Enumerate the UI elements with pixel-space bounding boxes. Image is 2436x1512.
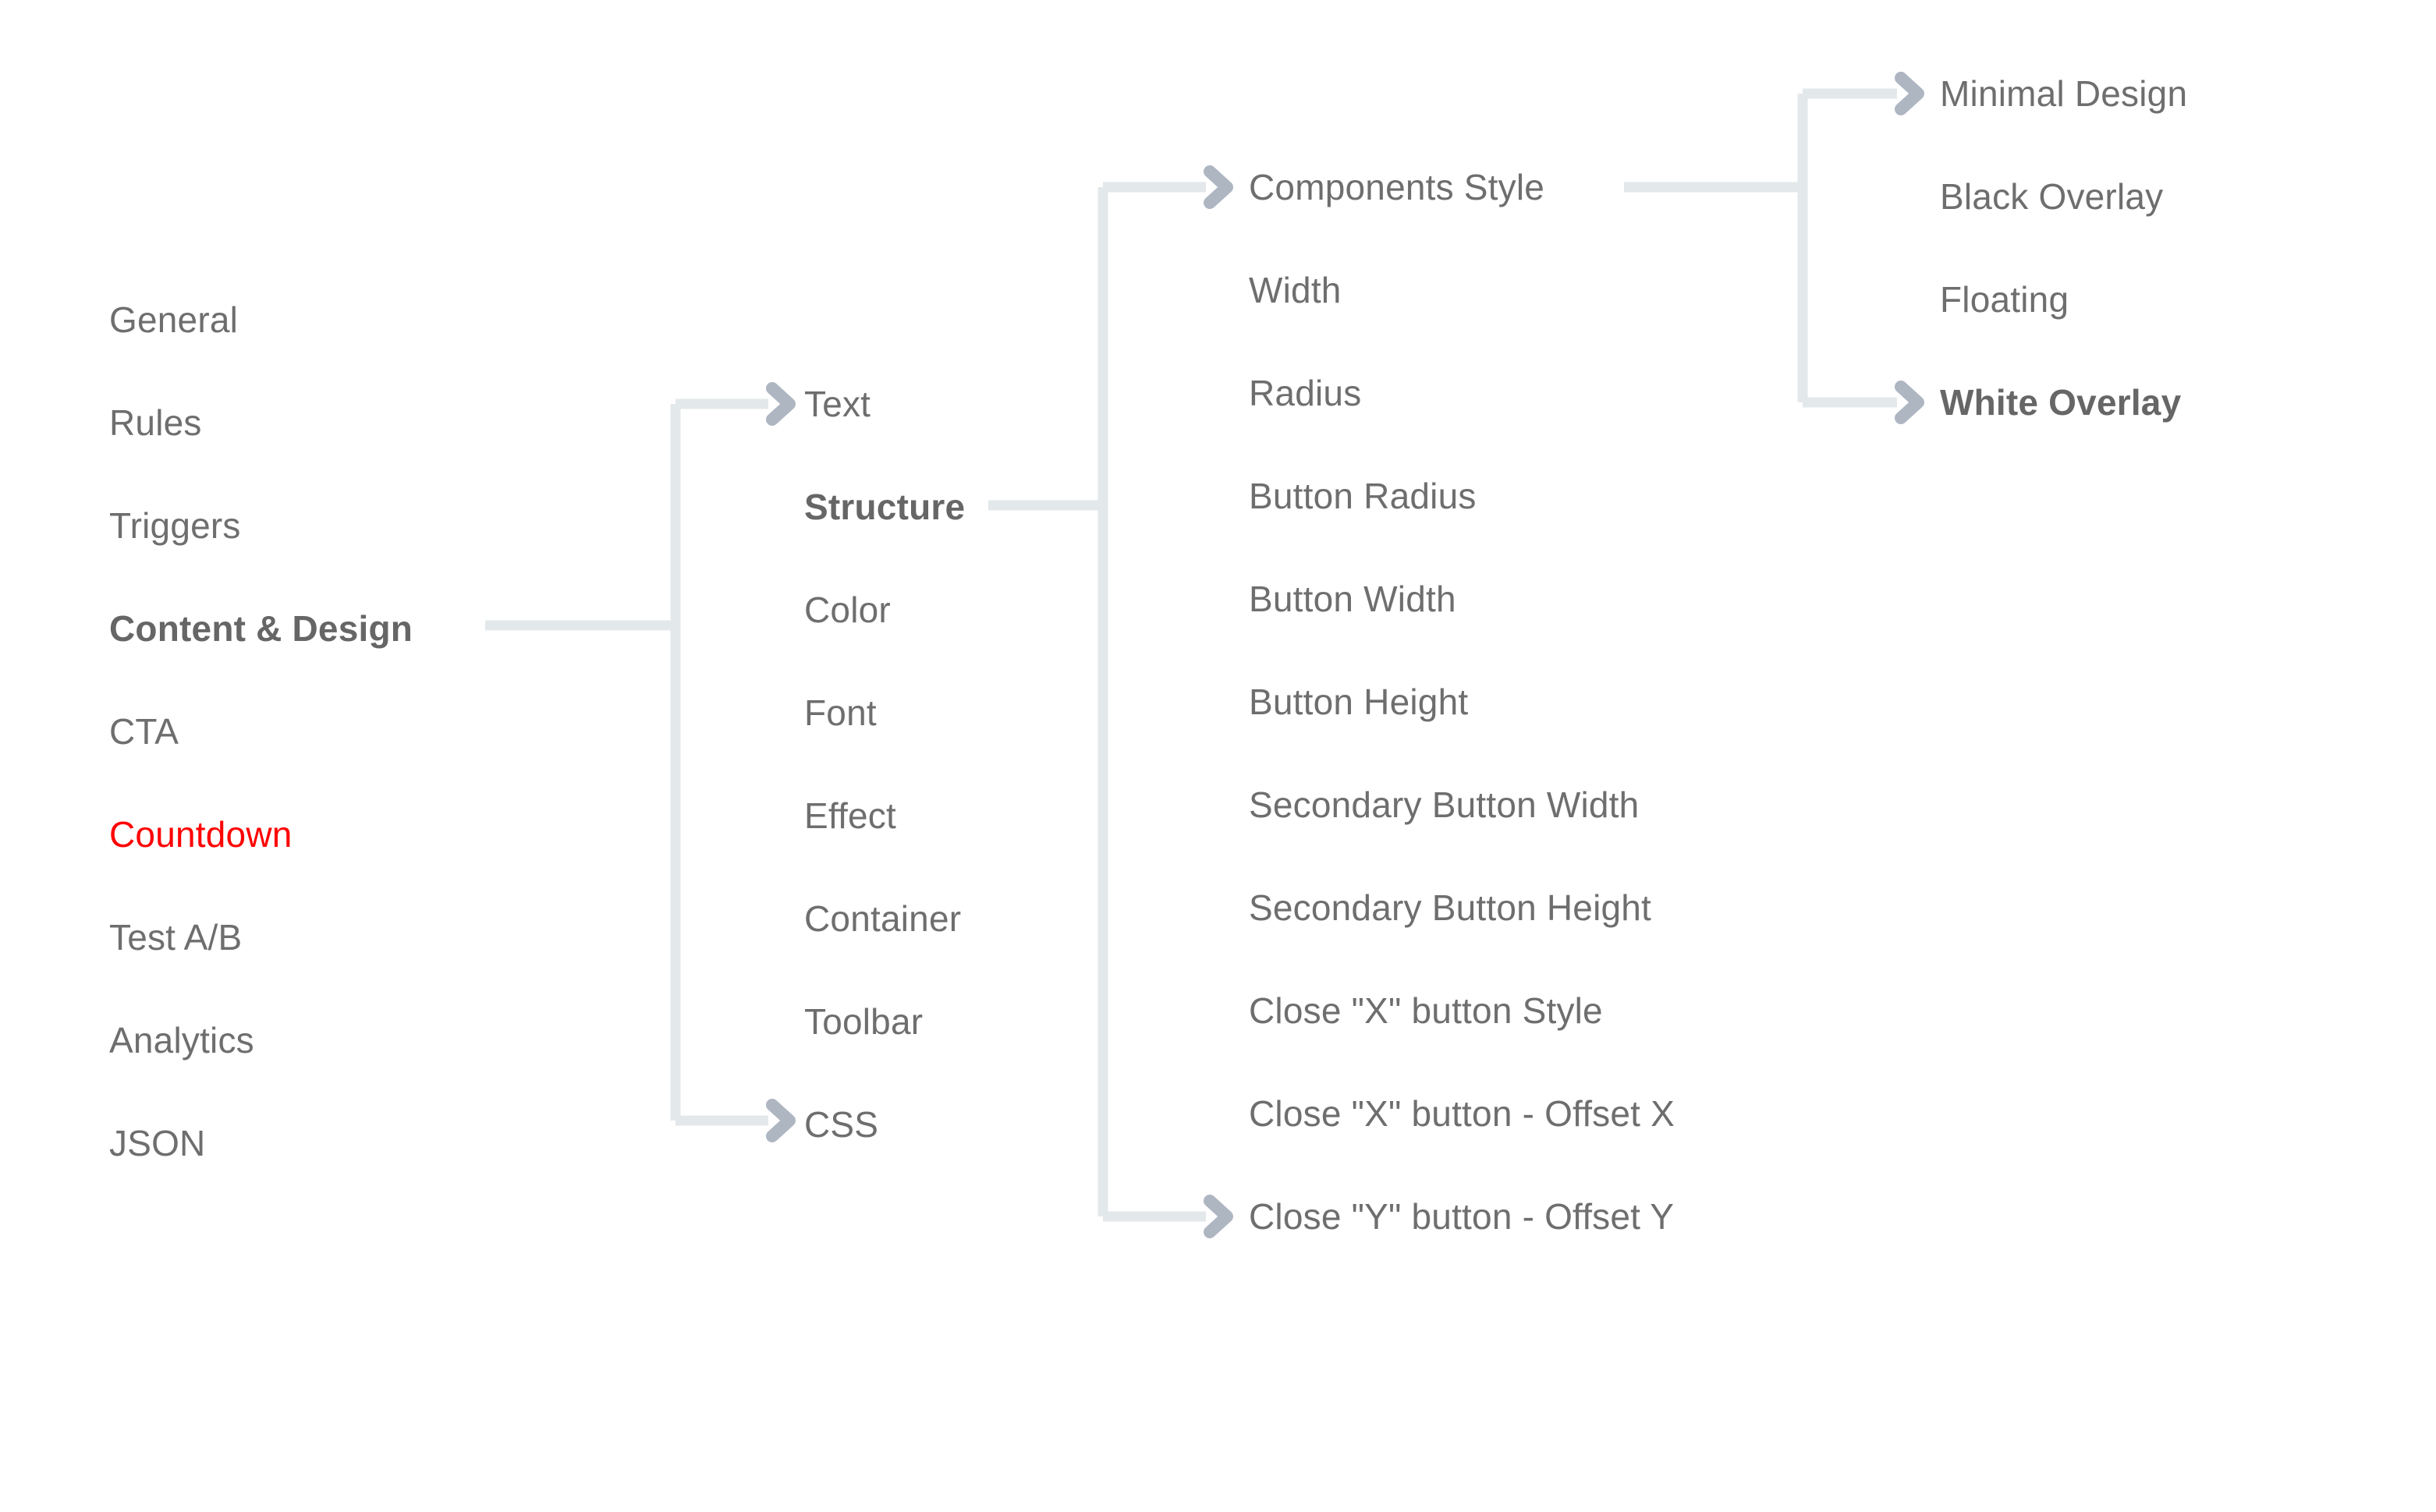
node-rules[interactable]: Rules	[109, 405, 202, 441]
node-secondary-button-height[interactable]: Secondary Button Height	[1249, 890, 1651, 926]
node-white-overlay[interactable]: White Overlay	[1940, 384, 2181, 420]
node-button-height[interactable]: Button Height	[1249, 684, 1468, 720]
node-effect[interactable]: Effect	[804, 798, 896, 834]
node-black-overlay[interactable]: Black Overlay	[1940, 179, 2163, 214]
node-test-ab[interactable]: Test A/B	[109, 919, 242, 955]
node-analytics[interactable]: Analytics	[109, 1022, 254, 1058]
node-container[interactable]: Container	[804, 901, 961, 937]
node-text[interactable]: Text	[804, 386, 871, 422]
node-width[interactable]: Width	[1249, 272, 1342, 308]
arrowhead-icon-text	[766, 382, 796, 426]
node-toolbar[interactable]: Toolbar	[804, 1004, 923, 1039]
node-minimal-design[interactable]: Minimal Design	[1940, 76, 2187, 112]
node-floating[interactable]: Floating	[1940, 282, 2069, 317]
arrowhead-icon-css	[766, 1099, 796, 1142]
connector-lines	[485, 72, 1924, 1238]
node-font[interactable]: Font	[804, 695, 877, 731]
arrowhead-icon-minimal-design	[1895, 72, 1924, 115]
node-button-width[interactable]: Button Width	[1249, 581, 1456, 617]
node-triggers[interactable]: Triggers	[109, 508, 241, 544]
node-general[interactable]: General	[109, 302, 238, 338]
diagram-canvas: General Rules Triggers Content & Design …	[0, 0, 2436, 1512]
node-components-style[interactable]: Components Style	[1249, 169, 1544, 205]
node-secondary-button-width[interactable]: Secondary Button Width	[1249, 787, 1639, 823]
node-color[interactable]: Color	[804, 592, 891, 628]
arrowhead-icon-components-style	[1204, 165, 1233, 209]
node-radius[interactable]: Radius	[1249, 375, 1361, 411]
arrowhead-icon-close-y-offset	[1204, 1195, 1233, 1238]
node-countdown[interactable]: Countdown	[109, 816, 293, 852]
node-close-y-button-offset-y[interactable]: Close "Y" button - Offset Y	[1249, 1199, 1674, 1234]
node-structure[interactable]: Structure	[804, 489, 965, 525]
node-close-x-button-offset-x[interactable]: Close "X" button - Offset X	[1249, 1096, 1675, 1131]
node-json[interactable]: JSON	[109, 1125, 205, 1161]
arrowhead-icon-white-overlay	[1895, 381, 1924, 424]
node-cta[interactable]: CTA	[109, 714, 179, 749]
node-content-and-design[interactable]: Content & Design	[109, 611, 413, 646]
node-close-x-button-style[interactable]: Close "X" button Style	[1249, 993, 1603, 1029]
node-css[interactable]: CSS	[804, 1107, 878, 1142]
node-button-radius[interactable]: Button Radius	[1249, 478, 1477, 514]
